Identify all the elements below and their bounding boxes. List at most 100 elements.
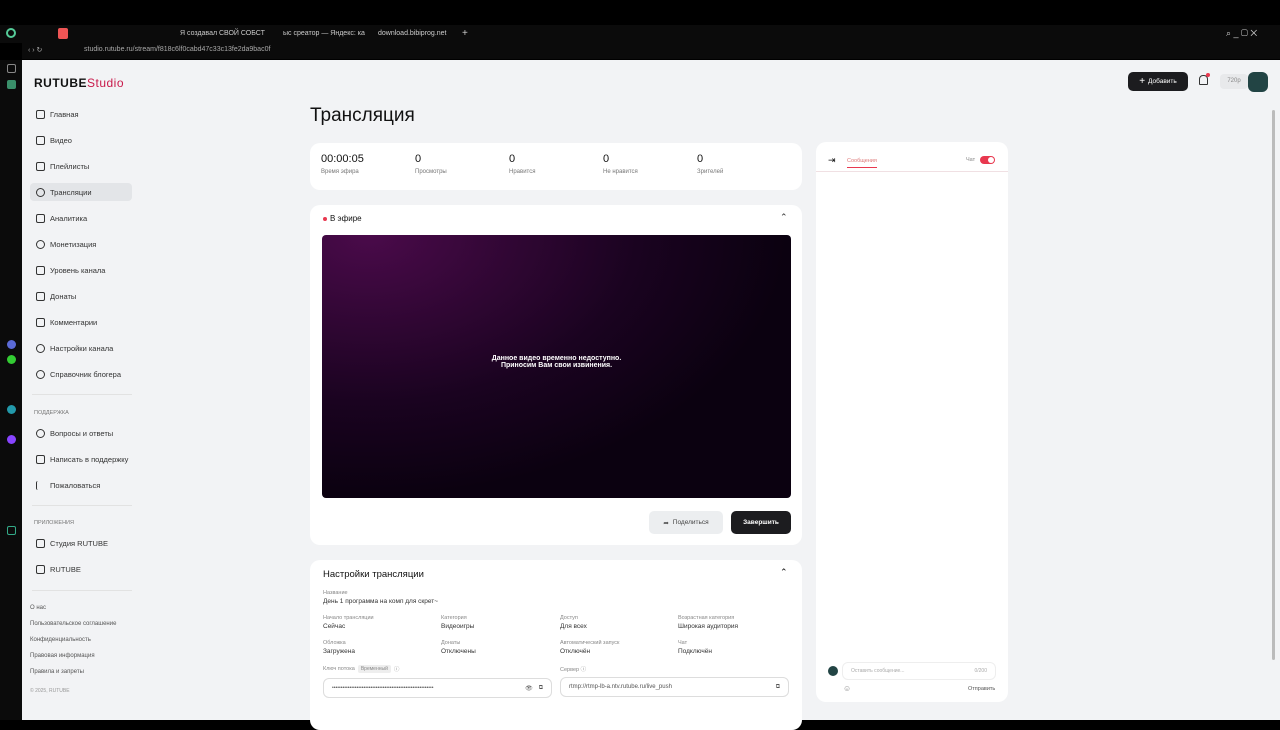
sidebar-item-label: RUTUBE (50, 564, 81, 574)
sidebar-item-contact-support[interactable]: Написать в поддержку (30, 450, 132, 468)
stream-key-input[interactable]: ••••••••••••••••••••••••••••••••••••••••… (323, 678, 552, 698)
chat-avatar (828, 666, 838, 676)
video-apology-message: Приносим Вам свои извинения. (500, 362, 613, 369)
emoji-icon[interactable]: ☺ (843, 684, 851, 693)
stat-dislikes: 0 Не нравится (603, 153, 638, 175)
ruble-icon (36, 239, 45, 249)
sidebar-item-home[interactable]: Главная (30, 105, 132, 123)
footer-link[interactable]: О нас (30, 605, 46, 611)
alice-icon[interactable] (7, 435, 16, 444)
server-label: Сервер ⓘ (560, 667, 587, 673)
collapse-panel-icon[interactable]: ⇥ (828, 155, 836, 166)
server-input[interactable]: rtmp://rtmp-lb-a.ntv.rutube.ru/live_push… (560, 677, 789, 697)
sidebar-item-comments[interactable]: Комментарии (30, 313, 132, 331)
field: Начало трансляции Сейчас (323, 615, 374, 630)
tab-messages[interactable]: Сообщения (847, 158, 877, 168)
telegram-icon[interactable] (7, 405, 16, 414)
collapse-chevron-icon[interactable]: ⌃ (780, 212, 788, 223)
collapse-chevron-icon[interactable]: ⌃ (780, 567, 788, 578)
broadcast-icon (36, 187, 45, 197)
settings-icon[interactable] (7, 526, 16, 535)
add-button[interactable]: + Добавить (1128, 72, 1188, 91)
browser-tab[interactable]: download.bibiprog.net (378, 30, 447, 37)
sidebar-item-label: Вопросы и ответы (50, 428, 114, 438)
send-button[interactable]: Отправить (968, 686, 995, 692)
chat-toggle[interactable] (980, 156, 995, 164)
address-bar[interactable]: ‹ › ↻ studio.rutube.ru/stream/f818c6lf0c… (22, 43, 1280, 59)
studio-app-icon (36, 538, 45, 548)
footer-link[interactable]: Правовая информация (30, 653, 95, 659)
sidebar-item-label: Плейлисты (50, 161, 90, 171)
playlist-icon (36, 161, 45, 171)
stat-likes: 0 Нравится (509, 153, 536, 175)
wallet-icon (36, 291, 45, 301)
share-icon: ➦ (663, 519, 669, 527)
home-icon[interactable] (7, 64, 16, 73)
scrollbar[interactable] (1272, 110, 1275, 660)
quality-badge[interactable]: 720p (1220, 74, 1248, 89)
video-icon (36, 135, 45, 145)
sidebar-item-donations[interactable]: Донаты (30, 287, 132, 305)
logo-brand: RUTUBE (34, 76, 87, 90)
chat-message-input[interactable]: Оставить сообщение... 0/200 (842, 662, 996, 680)
sidebar-item-monetization[interactable]: Монетизация (30, 235, 132, 253)
window-controls[interactable]: ⌕ _ ▢ ✕ (1226, 28, 1257, 39)
nav-buttons[interactable]: ‹ › ↻ (28, 46, 42, 54)
section-title-support: ПОДДЕРЖКА (34, 410, 69, 416)
sidebar-item-label: Написать в поддержку (50, 454, 129, 464)
browser-logo-icon (6, 28, 16, 38)
new-tab-button[interactable]: + (462, 28, 468, 39)
copy-icon[interactable]: ⧉ (776, 684, 780, 691)
stat-views: 0 Просмотры (415, 153, 447, 175)
divider (816, 171, 1008, 172)
browser-tab[interactable]: ыс среатор — Яндекс: ка (283, 30, 365, 37)
logo[interactable]: RUTUBEStudio (34, 76, 124, 90)
finish-button[interactable]: Завершить (731, 511, 791, 534)
avatar[interactable] (1248, 72, 1268, 92)
star-icon (36, 265, 45, 275)
sidebar-item-report[interactable]: Пожаловаться (30, 476, 132, 494)
video-player[interactable]: Данное видео временно недоступно. Принос… (322, 235, 791, 498)
browser-tab[interactable]: Я создавал СВОЙ СОБСТ (180, 30, 265, 37)
pinned-tab-icon[interactable] (58, 28, 68, 39)
sidebar-item-studio-app[interactable]: Студия RUTUBE (30, 534, 132, 552)
sidebar-item-playlists[interactable]: Плейлисты (30, 157, 132, 175)
copy-icon[interactable]: ⧉ (539, 685, 543, 692)
sidebar-item-label: Видео (50, 135, 72, 145)
browser-tab-bar: Я создавал СВОЙ СОБСТ ыс среатор — Яндек… (0, 25, 1280, 43)
sidebar-item-faq[interactable]: Вопросы и ответы (30, 424, 132, 442)
notification-bell-icon[interactable] (1199, 73, 1210, 85)
help-icon[interactable]: ⓘ (581, 667, 587, 673)
field: Автоматический запуск Отключён (560, 640, 620, 655)
footer-link[interactable]: Пользовательское соглашение (30, 621, 116, 627)
stream-key-label: Ключ потока Временный ⓘ (323, 665, 400, 673)
eye-icon[interactable]: 👁 (525, 685, 533, 692)
settings-title: Настройки трансляции (323, 569, 424, 580)
sidebar-item-channel-level[interactable]: Уровень канала (30, 261, 132, 279)
analytics-icon (36, 213, 45, 223)
sidebar-item-channel-settings[interactable]: Настройки канала (30, 339, 132, 357)
live-status: В эфире (323, 214, 362, 223)
footer-link[interactable]: Правила и запреты (30, 669, 84, 675)
help-icon[interactable]: ⓘ (394, 665, 400, 673)
add-button-label: Добавить (1148, 78, 1177, 85)
page-title: Трансляция (310, 105, 415, 126)
divider (32, 394, 132, 395)
divider (32, 590, 132, 591)
share-button[interactable]: ➦ Поделиться (649, 511, 723, 534)
stat-airtime: 00:00:05 Время эфира (321, 153, 364, 175)
sidebar-item-label: Комментарии (50, 317, 98, 327)
question-icon (36, 428, 45, 438)
messenger-icon[interactable] (7, 340, 16, 349)
sidebar-item-blogger-guide[interactable]: Справочник блогера (30, 365, 132, 383)
sidebar-item-video[interactable]: Видео (30, 131, 132, 149)
browser-side-panel (0, 60, 22, 720)
stat-viewers: 0 Зрителей (697, 153, 724, 175)
sidebar-item-broadcasts[interactable]: Трансляции (30, 183, 132, 201)
whatsapp-icon[interactable] (7, 355, 16, 364)
footer-link[interactable]: Конфиденциальность (30, 637, 91, 643)
sidebar-item-rutube-app[interactable]: RUTUBE (30, 560, 132, 578)
app-icon[interactable] (7, 80, 16, 89)
sidebar-item-analytics[interactable]: Аналитика (30, 209, 132, 227)
url-text[interactable]: studio.rutube.ru/stream/f818c6lf0cabd47c… (84, 46, 270, 53)
